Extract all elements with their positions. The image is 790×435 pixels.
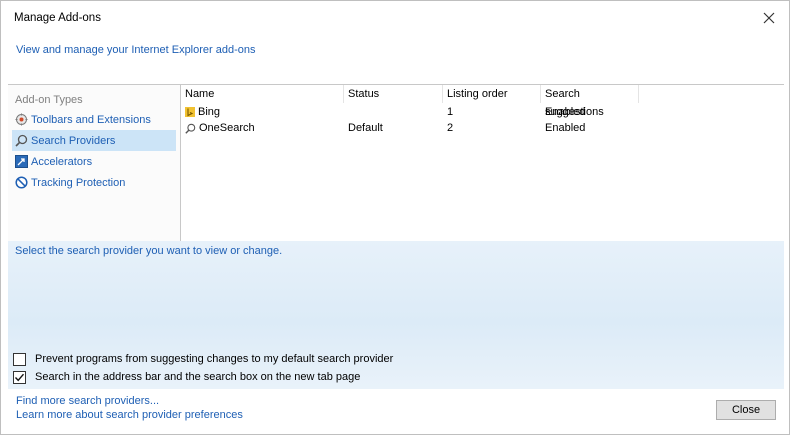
window-title: Manage Add-ons <box>14 12 101 24</box>
address-bar-search-checkbox[interactable] <box>13 370 26 384</box>
addon-types-pane: Add-on Types Toolbars and Extensions Sea… <box>8 85 181 241</box>
search-providers-list: Name Status Listing order Search suggest… <box>181 85 784 241</box>
listing-order-cell: 2 <box>447 122 454 134</box>
column-header-name[interactable]: Name <box>181 85 344 103</box>
tracking-protection-icon <box>15 176 28 189</box>
provider-name: Bing <box>198 106 221 118</box>
checkbox-label: Prevent programs from suggesting changes… <box>35 353 394 365</box>
close-icon[interactable] <box>759 8 779 28</box>
column-header-listing-order[interactable]: Listing order <box>443 85 541 103</box>
sidebar-item-label: Search Providers <box>31 134 116 147</box>
search-icon <box>15 134 28 147</box>
sidebar-item-tracking-protection[interactable]: Tracking Protection <box>12 172 176 193</box>
sidebar-item-label: Toolbars and Extensions <box>31 113 151 126</box>
addon-types-header: Add-on Types <box>15 94 83 106</box>
details-prompt: Select the search provider you want to v… <box>15 245 283 257</box>
find-more-providers-link[interactable]: Find more search providers... <box>16 395 159 407</box>
accelerator-icon <box>15 155 28 168</box>
search-icon <box>185 123 196 134</box>
table-row[interactable]: OneSearch Default 2 Enabled <box>181 120 784 136</box>
prevent-programs-checkbox[interactable] <box>13 352 26 366</box>
name-cell: OneSearch <box>181 120 255 136</box>
status-cell: Default <box>348 122 383 134</box>
listing-order-cell: 1 <box>447 106 454 118</box>
sidebar-item-search-providers[interactable]: Search Providers <box>12 130 176 151</box>
column-header-search-suggestions[interactable]: Search suggestions <box>541 85 639 118</box>
name-cell: Bing <box>181 104 220 120</box>
provider-name: OneSearch <box>199 122 255 134</box>
footer: Find more search providers... Learn more… <box>8 389 784 429</box>
checkbox-label: Search in the address bar and the search… <box>35 371 361 383</box>
sidebar-item-toolbars[interactable]: Toolbars and Extensions <box>12 109 176 130</box>
header-link[interactable]: View and manage your Internet Explorer a… <box>16 44 256 56</box>
column-header-status[interactable]: Status <box>344 85 443 103</box>
search-suggestions-cell: Enabled <box>545 106 586 118</box>
close-button[interactable]: Close <box>716 400 776 420</box>
learn-more-link[interactable]: Learn more about search provider prefere… <box>16 409 243 421</box>
sidebar-item-accelerators[interactable]: Accelerators <box>12 151 176 172</box>
details-pane: Select the search provider you want to v… <box>8 241 784 389</box>
title-bar: Manage Add-ons <box>1 1 789 33</box>
checkmark-icon <box>14 373 25 381</box>
sidebar-item-label: Accelerators <box>31 155 93 168</box>
gear-icon <box>15 113 28 126</box>
search-suggestions-cell: Enabled <box>545 122 586 134</box>
manage-addons-window: Manage Add-ons View and manage your Inte… <box>0 0 790 435</box>
sidebar-item-label: Tracking Protection <box>31 176 126 189</box>
bing-icon <box>185 107 195 117</box>
table-row[interactable]: Bing 1 Enabled <box>181 104 784 120</box>
prevent-programs-option[interactable]: Prevent programs from suggesting changes… <box>13 351 393 367</box>
addon-browser: Add-on Types Toolbars and Extensions Sea… <box>8 84 784 242</box>
address-bar-search-option[interactable]: Search in the address bar and the search… <box>13 369 360 385</box>
